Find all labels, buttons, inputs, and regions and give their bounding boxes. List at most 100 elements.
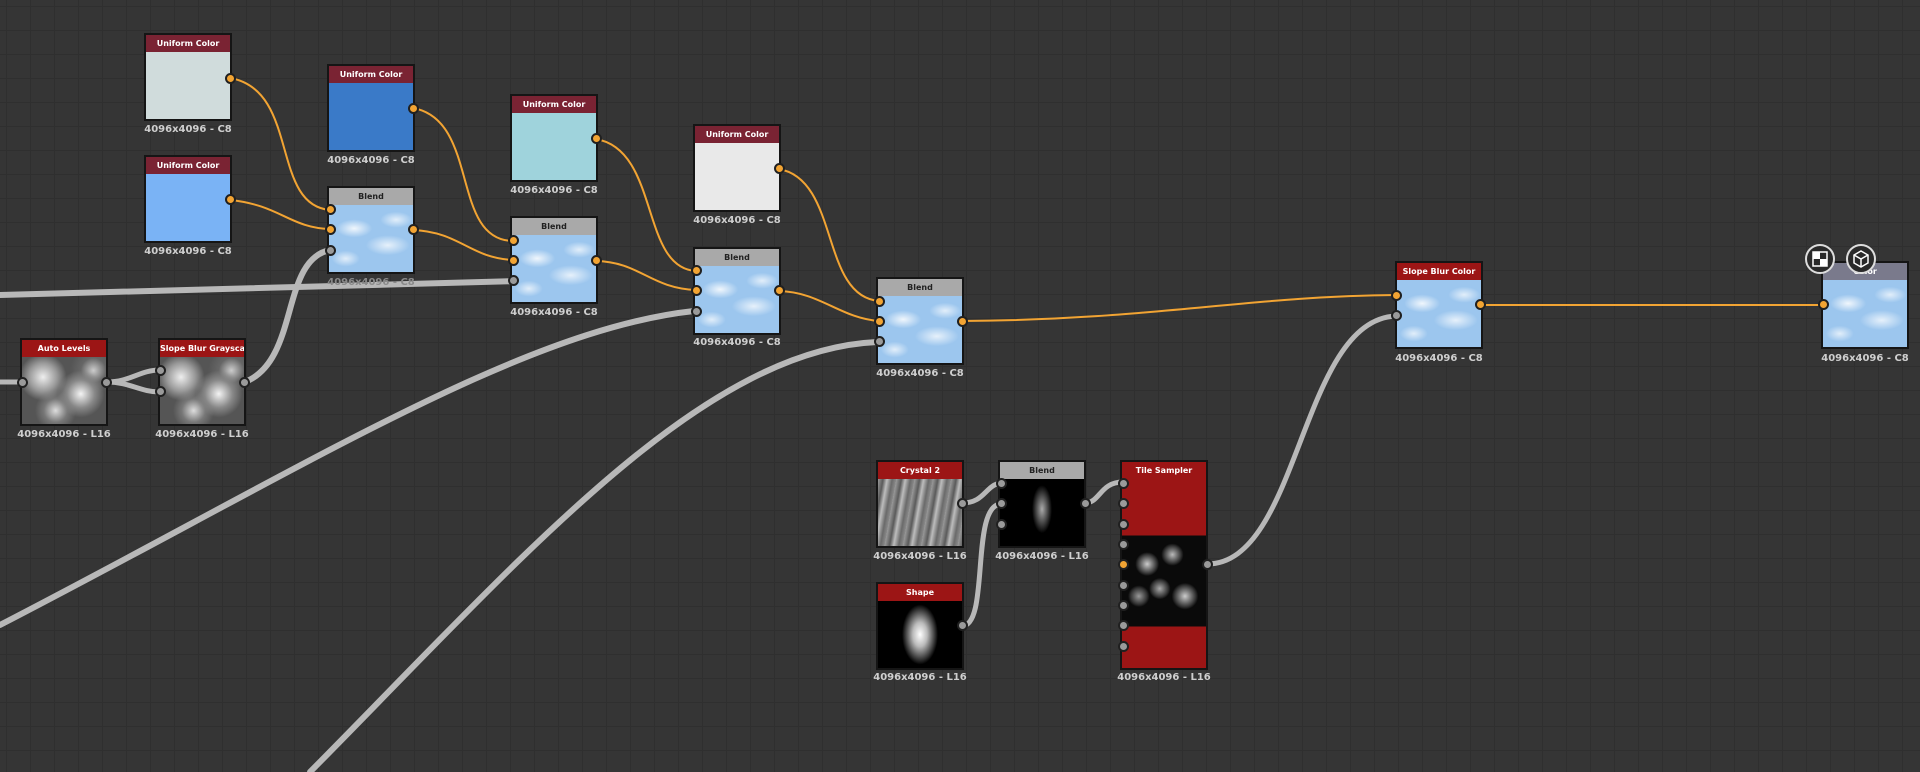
node-resolution: 4096x4096 - L16 bbox=[995, 551, 1089, 562]
blend-node[interactable]: Blend bbox=[876, 277, 964, 365]
output-port[interactable] bbox=[591, 133, 602, 144]
node-preview bbox=[878, 296, 962, 363]
auto-levels-node[interactable]: Auto Levels bbox=[20, 338, 108, 426]
blend-node[interactable]: Blend bbox=[998, 460, 1086, 548]
node-title: Blend bbox=[695, 249, 779, 266]
wire bbox=[0, 278, 523, 298]
node-resolution: 4096x4096 - C8 bbox=[144, 124, 232, 135]
node-title: Blend bbox=[1000, 462, 1084, 479]
output-port[interactable] bbox=[957, 620, 968, 631]
wire bbox=[412, 107, 514, 242]
input-port[interactable] bbox=[996, 478, 1007, 489]
input-port[interactable] bbox=[17, 377, 28, 388]
input-port[interactable] bbox=[996, 519, 1007, 530]
input-port[interactable] bbox=[691, 285, 702, 296]
input-port[interactable] bbox=[1118, 519, 1129, 530]
input-port[interactable] bbox=[1118, 580, 1129, 591]
input-port[interactable] bbox=[691, 265, 702, 276]
node-title: Blend bbox=[512, 218, 596, 235]
output-port[interactable] bbox=[1080, 498, 1091, 509]
output-port[interactable] bbox=[239, 377, 250, 388]
output-port[interactable] bbox=[408, 224, 419, 235]
node-resolution: 4096x4096 - L16 bbox=[873, 672, 967, 683]
blend-node[interactable]: Blend bbox=[510, 216, 598, 304]
output-port[interactable] bbox=[101, 377, 112, 388]
output-port[interactable] bbox=[225, 73, 236, 84]
output-port[interactable] bbox=[1475, 299, 1486, 310]
node-preview bbox=[22, 357, 106, 424]
uniform-color-node[interactable]: Uniform Color bbox=[144, 33, 232, 121]
node-resolution: 4096x4096 - C8 bbox=[510, 307, 598, 318]
input-port[interactable] bbox=[325, 245, 336, 256]
node-preview bbox=[512, 113, 596, 180]
node-resolution: 4096x4096 - C8 bbox=[510, 185, 598, 196]
wire bbox=[229, 199, 331, 230]
uniform-color-node[interactable]: Uniform Color bbox=[510, 94, 598, 182]
output-port[interactable] bbox=[408, 103, 419, 114]
output-port[interactable] bbox=[957, 316, 968, 327]
uniform-color-node[interactable]: Uniform Color bbox=[327, 64, 415, 152]
shape-node[interactable]: Shape bbox=[876, 582, 964, 670]
input-port[interactable] bbox=[1118, 620, 1129, 631]
input-port[interactable] bbox=[1118, 559, 1129, 570]
node-preview bbox=[329, 205, 413, 272]
input-port[interactable] bbox=[874, 336, 885, 347]
node-resolution: 4096x4096 - C8 bbox=[1821, 353, 1909, 364]
input-port[interactable] bbox=[1391, 310, 1402, 321]
checker-view-icon[interactable] bbox=[1805, 244, 1835, 274]
input-port[interactable] bbox=[508, 255, 519, 266]
node-title: Shape bbox=[878, 584, 962, 601]
input-port[interactable] bbox=[508, 235, 519, 246]
input-port[interactable] bbox=[1391, 290, 1402, 301]
node-preview bbox=[1122, 479, 1206, 668]
input-port[interactable] bbox=[874, 296, 885, 307]
wire bbox=[412, 229, 514, 261]
node-preview bbox=[512, 235, 596, 302]
output-port[interactable] bbox=[774, 285, 785, 296]
input-port[interactable] bbox=[874, 316, 885, 327]
input-port[interactable] bbox=[1818, 299, 1829, 310]
blend-node[interactable]: Blend bbox=[327, 186, 415, 274]
input-port[interactable] bbox=[325, 204, 336, 215]
tile-sampler-node[interactable]: Tile Sampler bbox=[1120, 460, 1208, 670]
input-port[interactable] bbox=[155, 365, 166, 376]
node-resolution: 4096x4096 - C8 bbox=[876, 368, 964, 379]
input-port[interactable] bbox=[1118, 641, 1129, 652]
input-port[interactable] bbox=[1118, 600, 1129, 611]
slope-blur-grayscale-node[interactable]: Slope Blur Grayscale bbox=[158, 338, 246, 426]
uniform-color-node[interactable]: Uniform Color bbox=[693, 124, 781, 212]
input-port[interactable] bbox=[155, 386, 166, 397]
input-port[interactable] bbox=[1118, 498, 1129, 509]
input-port[interactable] bbox=[996, 498, 1007, 509]
output-port[interactable] bbox=[774, 163, 785, 174]
wire bbox=[1204, 313, 1399, 567]
wire bbox=[242, 247, 333, 385]
node-title: Auto Levels bbox=[22, 340, 106, 357]
input-port[interactable] bbox=[325, 224, 336, 235]
node-preview bbox=[160, 357, 244, 424]
input-port[interactable] bbox=[691, 306, 702, 317]
output-port[interactable] bbox=[1202, 559, 1213, 570]
wire bbox=[307, 339, 880, 772]
wire bbox=[961, 294, 1397, 322]
wire bbox=[229, 77, 331, 211]
crystal-node[interactable]: Crystal 2 bbox=[876, 460, 964, 548]
slope-blur-color-node[interactable]: Slope Blur Color bbox=[1395, 261, 1483, 349]
input-port[interactable] bbox=[1118, 539, 1129, 550]
input-port[interactable] bbox=[1118, 478, 1129, 489]
blend-node[interactable]: Blend bbox=[693, 247, 781, 335]
output-node[interactable]: Color bbox=[1821, 261, 1909, 349]
output-port[interactable] bbox=[591, 255, 602, 266]
3d-cube-icon[interactable] bbox=[1846, 244, 1876, 274]
wire bbox=[595, 260, 697, 291]
node-preview bbox=[146, 52, 230, 119]
node-preview bbox=[695, 266, 779, 333]
node-title: Slope Blur Color bbox=[1397, 263, 1481, 280]
output-port[interactable] bbox=[225, 194, 236, 205]
output-port[interactable] bbox=[957, 498, 968, 509]
node-title: Uniform Color bbox=[146, 35, 230, 52]
input-port[interactable] bbox=[508, 275, 519, 286]
node-title: Uniform Color bbox=[329, 66, 413, 83]
uniform-color-node[interactable]: Uniform Color bbox=[144, 155, 232, 243]
node-resolution: 4096x4096 - L16 bbox=[17, 429, 111, 440]
